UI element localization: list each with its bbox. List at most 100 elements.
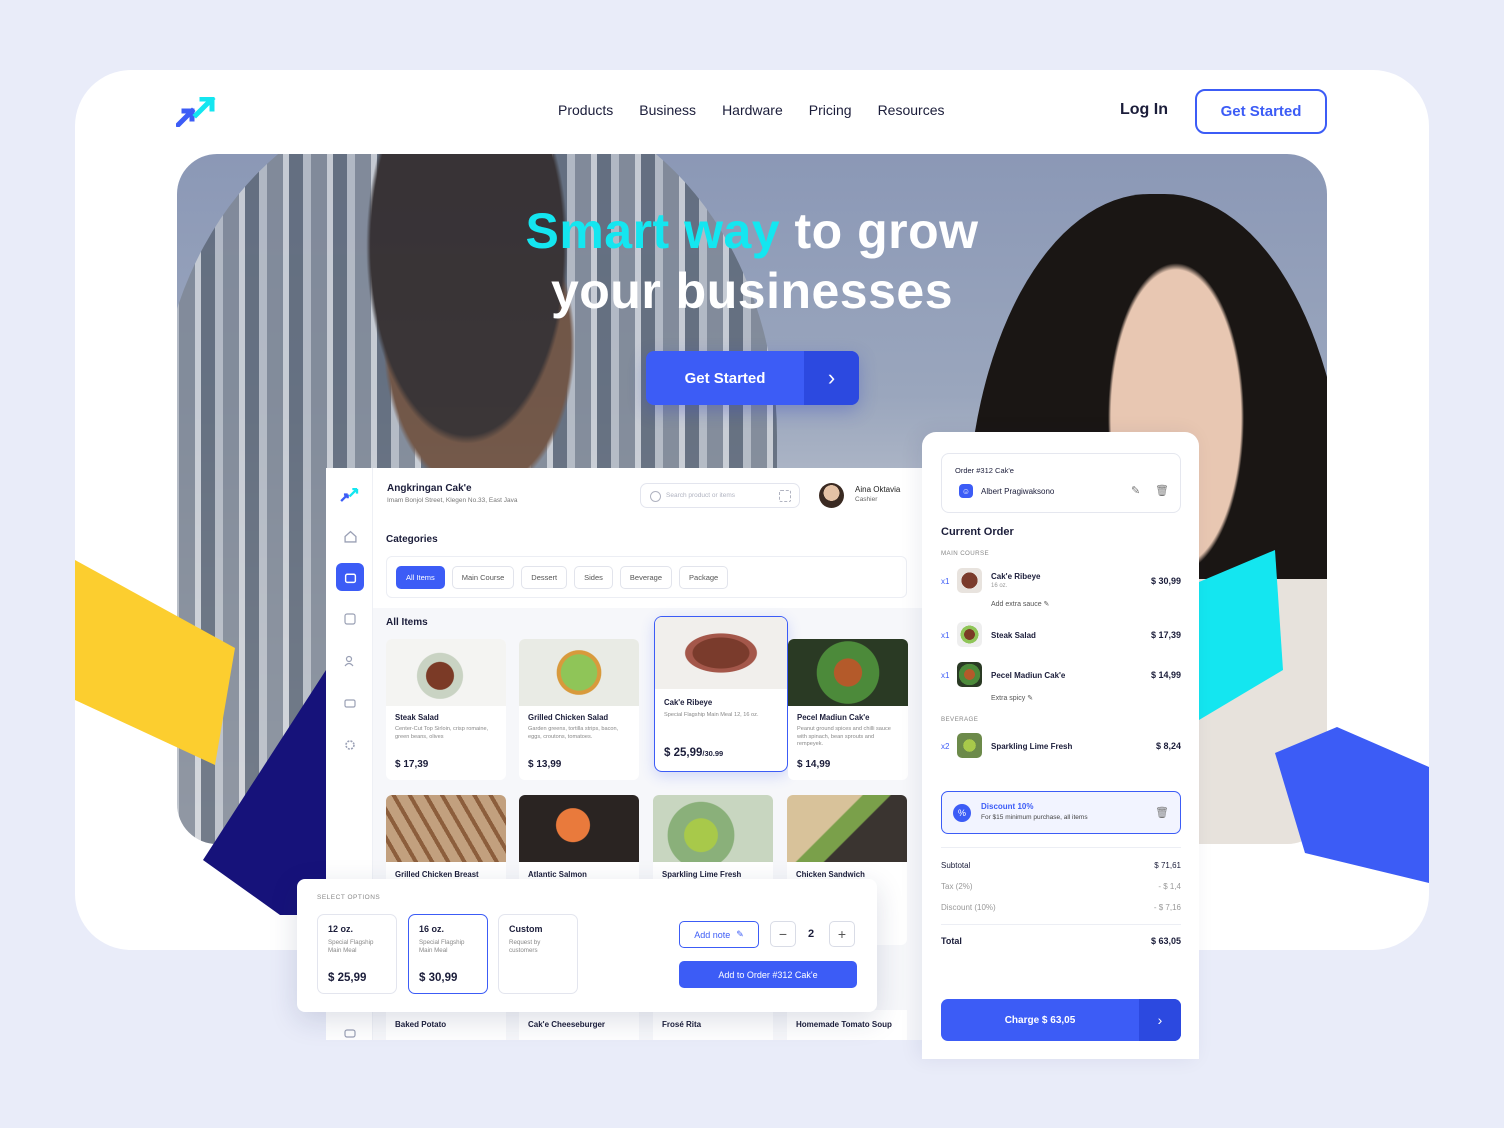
category-dessert[interactable]: Dessert (521, 565, 568, 589)
product-card-grilled-chicken-salad[interactable]: Grilled Chicken Salad Garden greens, tor… (519, 639, 639, 780)
chevron-right-icon: › (804, 351, 859, 405)
login-link[interactable]: Log In (1120, 101, 1168, 119)
option-custom[interactable]: Custom Request by customers (498, 914, 578, 994)
divider (941, 847, 1181, 848)
add-to-order-button[interactable]: Add to Order #312 Cak'e (679, 961, 857, 988)
trash-icon[interactable]: 🗑 (1155, 806, 1169, 819)
line-price: $ 30,99 (1150, 576, 1181, 586)
pos-logo-icon (340, 488, 359, 502)
line-thumbnail (957, 662, 982, 687)
price-alt: /30.99 (702, 749, 724, 758)
option-desc: Special Flagship Main Meal (328, 939, 374, 954)
discount-title: Discount 10% (981, 802, 1034, 811)
order-line-pecel-madiun[interactable]: x1 Pecel Madiun Cak'e $ 14,99 Extra spic… (941, 662, 1181, 706)
subtotal-value: $ 71,61 (1154, 861, 1181, 870)
customers-icon[interactable] (340, 651, 360, 671)
discount-label: Discount (10%) (941, 903, 996, 912)
product-card-baked-potato[interactable]: Baked Potato (386, 1010, 506, 1040)
home-icon[interactable] (340, 526, 360, 546)
nav-business[interactable]: Business (639, 102, 696, 118)
category-main-course[interactable]: Main Course (451, 565, 515, 589)
line-price: $ 17,39 (1150, 630, 1181, 640)
settings-icon[interactable] (340, 735, 360, 755)
search-input[interactable]: Search product or items (640, 483, 800, 508)
category-all-items[interactable]: All Items (396, 565, 445, 589)
nav-products[interactable]: Products (558, 102, 613, 118)
product-name: Steak Salad (395, 713, 439, 722)
product-card-tomato-soup[interactable]: Homemade Tomato Soup (787, 1010, 907, 1040)
product-image (655, 617, 787, 689)
decrease-qty-button[interactable]: − (770, 921, 796, 947)
edit-icon[interactable]: ✎ (1131, 484, 1140, 497)
product-name: Sparkling Lime Fresh (662, 870, 742, 879)
product-card-cake-ribeye-selected[interactable]: Cak'e Ribeye Special Flagship Main Meal … (654, 616, 788, 772)
cyan-shape (1199, 550, 1283, 720)
avatar[interactable] (819, 483, 844, 508)
nav-resources[interactable]: Resources (878, 102, 945, 118)
hero-heading-line2: your businesses (550, 263, 954, 319)
line-note-text: Add extra sauce (991, 601, 1042, 608)
product-price: $ 25,99/30.99 (664, 747, 723, 759)
nav-hardware[interactable]: Hardware (722, 102, 783, 118)
chevron-right-icon: › (1139, 999, 1181, 1041)
category-beverage[interactable]: Beverage (619, 565, 673, 589)
discount-row: Discount (10%) - $ 7,16 (941, 903, 1181, 912)
line-note[interactable]: Add extra sauce ✎ (991, 600, 1049, 608)
option-12oz[interactable]: 12 oz. Special Flagship Main Meal $ 25,9… (317, 914, 397, 994)
pencil-icon: ✎ (1043, 601, 1050, 608)
option-16oz-selected[interactable]: 16 oz. Special Flagship Main Meal $ 30,9… (408, 914, 488, 994)
get-started-button[interactable]: Get Started (1195, 89, 1327, 134)
product-name: Pecel Madiun Cak'e (797, 713, 870, 722)
category-sides[interactable]: Sides (574, 565, 613, 589)
total-label: Total (941, 936, 962, 946)
product-image (386, 795, 506, 862)
beverage-label: BEVERAGE (941, 716, 979, 723)
line-thumbnail (957, 622, 982, 647)
product-price: $ 13,99 (528, 759, 562, 770)
line-note[interactable]: Extra spicy ✎ (991, 694, 1033, 702)
chat-icon[interactable] (340, 1024, 360, 1040)
all-items-title: All Items (386, 617, 428, 628)
charge-button[interactable]: Charge $ 63,05 › (941, 999, 1181, 1041)
price-current: $ 25,99 (664, 747, 703, 759)
order-line-sparkling-lime[interactable]: x2 Sparkling Lime Fresh $ 8,24 (941, 733, 1181, 761)
hero-cta-button[interactable]: Get Started › (646, 351, 859, 405)
product-image (519, 795, 639, 862)
product-card-cheeseburger[interactable]: Cak'e Cheeseburger (519, 1010, 639, 1040)
product-name: Cak'e Ribeye (664, 698, 713, 707)
category-package[interactable]: Package (679, 565, 729, 589)
discount-value: - $ 7,16 (1153, 903, 1181, 912)
line-qty: x2 (941, 742, 950, 751)
nav-pricing[interactable]: Pricing (809, 102, 852, 118)
discount-icon: % (953, 804, 971, 822)
payments-icon[interactable] (340, 693, 360, 713)
charge-label: Charge $ 63,05 (1004, 1014, 1076, 1026)
product-card-pecel-madiun[interactable]: Pecel Madiun Cak'e Peanut ground spices … (788, 639, 908, 780)
increase-qty-button[interactable]: + (829, 921, 855, 947)
trash-icon[interactable]: 🗑 (1155, 484, 1169, 497)
line-qty: x1 (941, 631, 950, 640)
line-name: Steak Salad (991, 631, 1036, 640)
tax-value: - $ 1,4 (1158, 882, 1181, 891)
product-card-frose-rita[interactable]: Frosé Rita (653, 1010, 773, 1040)
product-image (519, 639, 639, 706)
option-desc: Special Flagship Main Meal (419, 939, 465, 954)
add-note-button[interactable]: Add note ✎ (679, 921, 759, 948)
orders-icon[interactable] (340, 609, 360, 629)
discount-card[interactable]: % Discount 10% For $15 minimum purchase,… (941, 791, 1181, 834)
store-address: Imam Bonjol Street, Klegen No.33, East J… (387, 497, 518, 504)
product-card-steak-salad[interactable]: Steak Salad Center-Cut Top Sirloin, cris… (386, 639, 506, 780)
hero-heading-accent: Smart way (525, 203, 781, 259)
barcode-scan-icon[interactable] (779, 490, 791, 502)
product-image (788, 639, 908, 706)
line-name: Pecel Madiun Cak'e (991, 671, 1066, 680)
add-note-label: Add note (694, 929, 731, 940)
store-icon[interactable] (336, 563, 364, 591)
brand-logo[interactable] (176, 97, 218, 127)
order-line-ribeye[interactable]: x1 Cak'e Ribeye 16 oz. $ 30,99 Add extra… (941, 568, 1181, 612)
store-name: Angkringan Cak'e (387, 483, 472, 494)
product-image (386, 639, 506, 706)
product-desc: Center-Cut Top Sirloin, crisp romaine, g… (395, 726, 489, 740)
line-price: $ 8,24 (1155, 741, 1181, 751)
order-line-steak-salad[interactable]: x1 Steak Salad $ 17,39 (941, 622, 1181, 650)
